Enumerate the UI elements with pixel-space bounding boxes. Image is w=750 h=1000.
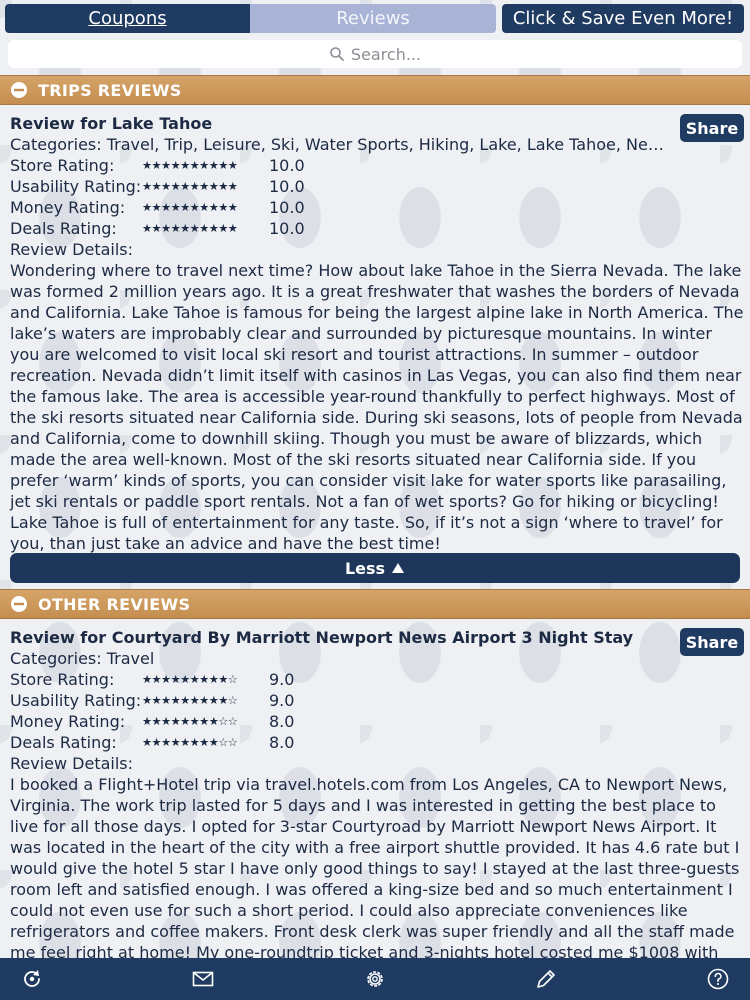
rating-row: Store Rating: ★★★★★★★★★☆ 9.0 <box>10 669 744 690</box>
review-title: Review for Lake Tahoe <box>10 114 213 133</box>
rating-row: Money Rating: ★★★★★★★★★★ 10.0 <box>10 197 744 218</box>
rating-value: 8.0 <box>269 712 295 731</box>
collapse-icon[interactable] <box>10 81 28 99</box>
rating-stars: ★★★★★★★★★★ <box>142 222 238 235</box>
tab-reviews[interactable]: Reviews <box>250 4 496 33</box>
rating-stars: ★★★★★★★★★★ <box>142 180 238 193</box>
rating-row: Deals Rating: ★★★★★★★★☆☆ 8.0 <box>10 732 744 753</box>
search-input[interactable]: Search... <box>8 40 742 68</box>
help-icon[interactable] <box>706 967 730 991</box>
review-card: Review for Lake Tahoe Categories: Travel… <box>10 113 744 554</box>
rating-label: Deals Rating: <box>10 733 117 752</box>
rating-value: 10.0 <box>269 156 305 175</box>
bottom-toolbar <box>0 958 750 1000</box>
rating-label: Deals Rating: <box>10 219 117 238</box>
rating-value: 8.0 <box>269 733 295 752</box>
rating-row: Store Rating: ★★★★★★★★★★ 10.0 <box>10 155 744 176</box>
search-icon <box>330 47 344 61</box>
rating-value: 10.0 <box>269 219 305 238</box>
section-header-trips[interactable]: TRIPS REVIEWS <box>0 75 750 105</box>
rating-label: Money Rating: <box>10 198 126 217</box>
rating-value: 10.0 <box>269 177 305 196</box>
section-header-other[interactable]: OTHER REVIEWS <box>0 589 750 619</box>
rating-stars: ★★★★★★★★☆☆ <box>142 736 238 749</box>
rating-row: Money Rating: ★★★★★★★★☆☆ 8.0 <box>10 711 744 732</box>
pencil-icon[interactable] <box>534 967 558 991</box>
rating-value: 9.0 <box>269 691 295 710</box>
less-button[interactable]: Less <box>10 553 740 583</box>
rating-label: Store Rating: <box>10 156 115 175</box>
review-title: Review for Courtyard By Marriott Newport… <box>10 628 634 647</box>
rating-stars: ★★★★★★★★★☆ <box>142 673 238 686</box>
mail-icon[interactable] <box>191 967 215 991</box>
top-bar: Coupons Reviews Click & Save Even More! <box>0 0 750 38</box>
section-title: OTHER REVIEWS <box>38 594 191 614</box>
rating-label: Usability Rating: <box>10 691 142 710</box>
rating-label: Money Rating: <box>10 712 126 731</box>
search-placeholder: Search... <box>350 44 422 64</box>
review-details-label: Review Details: <box>10 240 134 259</box>
rating-row: Usability Rating: ★★★★★★★★★☆ 9.0 <box>10 690 744 711</box>
triangle-up-icon <box>392 563 405 573</box>
less-label: Less <box>344 558 386 578</box>
review-details-text: I booked a Flight+Hotel trip via travel.… <box>10 775 740 958</box>
tab-coupons[interactable]: Coupons <box>5 4 250 33</box>
rating-stars: ★★★★★★★★★★ <box>142 159 238 172</box>
gear-icon[interactable] <box>363 967 387 991</box>
rating-label: Usability Rating: <box>10 177 142 196</box>
review-details-text: Wondering where to travel next time? How… <box>10 261 744 553</box>
collapse-icon[interactable] <box>10 595 28 613</box>
rating-label: Store Rating: <box>10 670 115 689</box>
refresh-icon[interactable] <box>20 967 44 991</box>
rating-value: 10.0 <box>269 198 305 217</box>
review-categories: Categories: Travel, Trip, Leisure, Ski, … <box>10 135 670 154</box>
rating-stars: ★★★★★★★★☆☆ <box>142 715 238 728</box>
review-card: Review for Courtyard By Marriott Newport… <box>10 627 744 958</box>
rating-stars: ★★★★★★★★★☆ <box>142 694 238 707</box>
review-categories: Categories: Travel <box>10 649 155 668</box>
rating-stars: ★★★★★★★★★★ <box>142 201 238 214</box>
share-button[interactable]: Share <box>680 114 744 142</box>
rating-value: 9.0 <box>269 670 295 689</box>
share-button[interactable]: Share <box>680 628 744 656</box>
review-details-label: Review Details: <box>10 754 134 773</box>
rating-row: Usability Rating: ★★★★★★★★★★ 10.0 <box>10 176 744 197</box>
section-title: TRIPS REVIEWS <box>38 80 182 100</box>
rating-row: Deals Rating: ★★★★★★★★★★ 10.0 <box>10 218 744 239</box>
click-and-save-button[interactable]: Click & Save Even More! <box>502 4 744 33</box>
